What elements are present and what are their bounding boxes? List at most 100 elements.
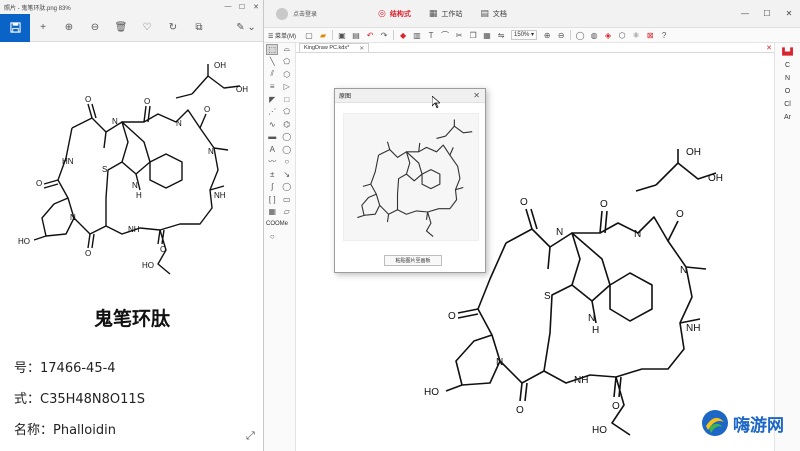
close-document-icon[interactable]: ✕ xyxy=(766,44,772,52)
cas-number: 号：17466-45-4 xyxy=(14,361,116,376)
element-n[interactable]: N xyxy=(785,72,790,85)
delete-icon[interactable]: 🗑 xyxy=(108,15,134,41)
canvas-label-s: S xyxy=(544,291,551,302)
paste-image-to-canvas-button[interactable]: 粘贴图片至画板 xyxy=(384,255,442,266)
lasso-tool-icon[interactable]: ⌓ xyxy=(281,44,293,55)
stereo-icon[interactable]: ◍ xyxy=(587,29,601,41)
viewer-minimize-button[interactable]: — xyxy=(221,3,235,11)
kd-close-button[interactable]: ✕ xyxy=(778,9,800,18)
fullscreen-icon[interactable]: ⤢ xyxy=(246,430,255,443)
open-folder-icon[interactable]: ▰ xyxy=(316,29,330,41)
toolbar-separator xyxy=(393,30,395,40)
add-icon[interactable]: + xyxy=(30,15,56,41)
table-icon[interactable]: ▦ xyxy=(266,206,278,217)
user-login[interactable]: 点击登录 xyxy=(276,7,366,20)
document-tab-close-icon[interactable]: ✕ xyxy=(359,45,364,52)
save-icon[interactable] xyxy=(0,13,30,42)
ellipse-icon[interactable]: ◯ xyxy=(281,181,293,192)
zoom-out-icon[interactable]: ⊖ xyxy=(82,15,108,41)
orbital-icon[interactable]: ∫ xyxy=(266,181,278,192)
original-image-dialog: 原图 ✕ 粘贴图片至画板 xyxy=(334,88,486,273)
hexagon-icon[interactable]: ⬡ xyxy=(281,69,293,80)
rectangle-icon[interactable]: ▭ xyxy=(281,194,293,205)
triple-bond-icon[interactable]: ≡ xyxy=(266,81,278,92)
coome-template[interactable]: COOMe xyxy=(264,218,295,230)
triangle-icon[interactable]: ▷ xyxy=(281,81,293,92)
cut-icon[interactable]: ✂ xyxy=(452,29,466,41)
flip-icon[interactable]: ⇋ xyxy=(494,29,508,41)
copy-icon[interactable]: ❐ xyxy=(466,29,480,41)
bracket-icon[interactable]: [ ] xyxy=(266,194,278,205)
pentagon-icon[interactable]: ⬠ xyxy=(281,56,293,67)
crop-icon[interactable]: ⧉ xyxy=(186,15,212,41)
new-file-icon[interactable]: ▢ xyxy=(302,29,316,41)
heptagon-icon[interactable]: ◯ xyxy=(281,131,293,142)
element-cl[interactable]: Cl xyxy=(784,98,791,111)
tab-structure[interactable]: ◎ 结构式 xyxy=(378,8,411,19)
square-icon[interactable]: □ xyxy=(281,94,293,105)
zoom-select[interactable]: 150% ▾ xyxy=(511,30,538,40)
3d-model-icon[interactable]: ⬡ xyxy=(615,29,629,41)
circle-template-icon[interactable]: ○ xyxy=(266,231,278,242)
viewer-window-controls: — ☐ ✕ xyxy=(221,3,263,11)
wavy-bond-icon[interactable]: ∿ xyxy=(266,119,278,130)
undo-icon[interactable]: ↶ xyxy=(363,29,377,41)
zoom-in-icon[interactable]: ⊕ xyxy=(56,15,82,41)
periodic-table-icon[interactable]: ▙▟ xyxy=(782,46,793,59)
viewer-close-button[interactable]: ✕ xyxy=(249,3,263,11)
element-c[interactable]: C xyxy=(785,59,790,72)
select-tool-icon[interactable]: ⬚ xyxy=(266,43,279,55)
document-tab-bar: KingDraw PC.kdx* ✕ ✕ xyxy=(296,43,774,53)
benzene-icon[interactable]: ⌬ xyxy=(281,119,293,130)
eraser-icon[interactable]: ◆ xyxy=(396,29,410,41)
kd-minimize-button[interactable]: — xyxy=(734,9,756,18)
bold-bond-icon[interactable]: ▬ xyxy=(266,131,278,142)
atom-icon[interactable]: ⚛ xyxy=(629,29,643,41)
circle-icon[interactable]: ○ xyxy=(281,156,293,167)
bond-tool-icon[interactable]: ⌒ xyxy=(438,29,452,41)
ring-tool-icon[interactable]: ◯ xyxy=(573,29,587,41)
paste-icon[interactable]: ▦ xyxy=(480,29,494,41)
mol-label-n7: N xyxy=(70,213,76,222)
chain-tool-icon[interactable]: 〰 xyxy=(266,156,278,167)
name-to-structure-icon[interactable]: ◈ xyxy=(601,29,615,41)
canvas-label-o1: O xyxy=(520,197,528,208)
image-recognition-icon[interactable]: ⊠ xyxy=(643,29,657,41)
viewer-maximize-button[interactable]: ☐ xyxy=(235,3,249,11)
mol-label-nh1: N xyxy=(112,117,118,126)
double-bond-icon[interactable]: ⫽ xyxy=(266,69,278,80)
toolbar-separator xyxy=(332,30,334,40)
hash-bond-icon[interactable]: ⋰ xyxy=(266,106,278,117)
save-icon[interactable]: ▣ xyxy=(335,29,349,41)
kd-maximize-button[interactable]: ☐ xyxy=(756,9,778,18)
single-bond-icon[interactable]: ╲ xyxy=(266,56,278,67)
canvas-label-nh6: NH xyxy=(574,375,588,386)
tab-workstation[interactable]: ▦ 工作站 xyxy=(429,8,463,19)
plate-icon[interactable]: ▱ xyxy=(281,206,293,217)
element-o[interactable]: O xyxy=(785,85,790,98)
pentagon-ring-icon[interactable]: ⬠ xyxy=(281,106,293,117)
edit-icon[interactable]: ✎ ⌄ xyxy=(229,15,263,41)
favorite-icon[interactable]: ♡ xyxy=(134,15,160,41)
redo-icon[interactable]: ↷ xyxy=(377,29,391,41)
octagon-icon[interactable]: ◯ xyxy=(281,144,293,155)
element-ar[interactable]: Ar xyxy=(784,111,791,124)
text-format-icon[interactable]: T xyxy=(424,29,438,41)
rotate-icon[interactable]: ↻ xyxy=(160,15,186,41)
trash-icon[interactable]: ▥ xyxy=(410,29,424,41)
save-as-icon[interactable]: ▤ xyxy=(349,29,363,41)
help-icon[interactable]: ? xyxy=(657,29,671,41)
mol-label-s: S xyxy=(102,165,107,174)
charge-icon[interactable]: ± xyxy=(266,169,278,180)
zoom-out-icon[interactable]: ⊖ xyxy=(554,29,568,41)
zoom-in-icon[interactable]: ⊕ xyxy=(540,29,554,41)
tab-structure-label: 结构式 xyxy=(389,10,411,18)
arrow-tool-icon[interactable]: ↘ xyxy=(281,169,293,180)
dialog-close-icon[interactable]: ✕ xyxy=(473,91,480,100)
wedge-bond-icon[interactable]: ◤ xyxy=(266,94,278,105)
menu-button[interactable]: ☰ 菜单(M) xyxy=(264,31,302,40)
canvas-label-n2: N xyxy=(634,229,641,240)
document-tab[interactable]: KingDraw PC.kdx* ✕ xyxy=(299,43,370,52)
text-tool-icon[interactable]: A xyxy=(266,144,278,155)
tab-document[interactable]: ▤ 文档 xyxy=(480,8,507,19)
